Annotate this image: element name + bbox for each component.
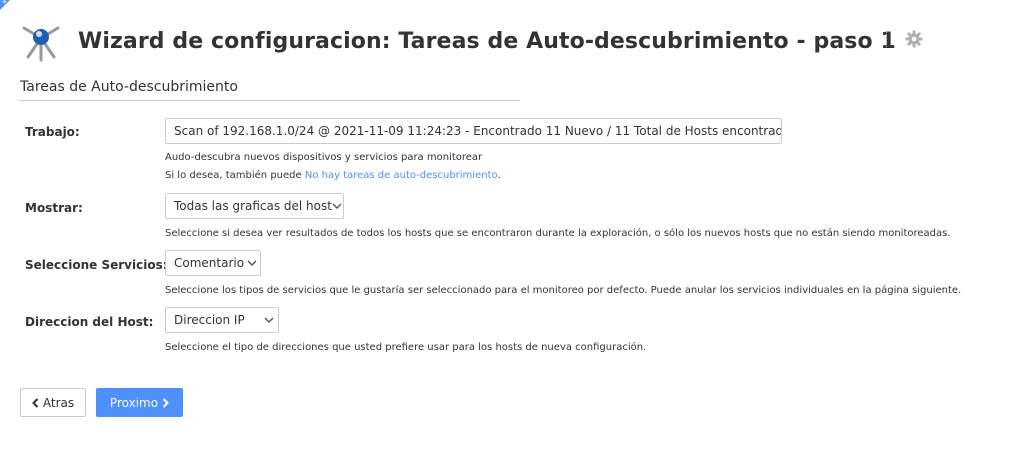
- chevron-right-icon: [162, 397, 169, 408]
- direccion-select-value: Direccion IP: [174, 313, 245, 327]
- mostrar-help: Seleccione si desea ver resultados de to…: [165, 228, 951, 239]
- mostrar-select[interactable]: Todas las graficas del host: [165, 193, 344, 219]
- network-discovery-icon: [22, 26, 60, 62]
- direccion-help: Seleccione el tipo de direcciones que us…: [165, 342, 647, 353]
- no-tasks-link[interactable]: No hay tareas de auto-descubrimiento: [305, 170, 498, 181]
- page-header: Wizard de configuracion: Tareas de Auto-…: [20, 18, 896, 64]
- back-button-label: Atras: [42, 395, 75, 410]
- direccion-label: Direccion del Host:: [25, 315, 154, 329]
- servicios-select[interactable]: Comentario: [165, 250, 261, 276]
- trabajo-help-prefix: Si lo desea, también puede: [165, 170, 305, 181]
- direccion-select[interactable]: Direccion IP: [165, 307, 279, 333]
- servicios-help: Seleccione los tipos de servicios que le…: [165, 285, 962, 296]
- trabajo-select-value: Scan of 192.168.1.0/24 @ 2021-11-09 11:2…: [174, 124, 782, 138]
- next-button[interactable]: Proximo: [96, 388, 183, 417]
- chevron-down-icon: [244, 251, 260, 275]
- header-divider: [886, 31, 887, 47]
- trabajo-help-link-line: Si lo desea, también puede No hay tareas…: [165, 170, 501, 181]
- servicios-label: Seleccione Servicios:: [25, 258, 168, 272]
- trabajo-label: Trabajo:: [25, 125, 80, 139]
- chevron-down-icon: [260, 308, 278, 332]
- trabajo-select[interactable]: Scan of 192.168.1.0/24 @ 2021-11-09 11:2…: [165, 118, 782, 144]
- mostrar-label: Mostrar:: [25, 201, 83, 215]
- back-button[interactable]: Atras: [20, 388, 86, 417]
- section-title: Tareas de Auto-descubrimiento: [20, 79, 238, 95]
- page-title: Wizard de configuracion: Tareas de Auto-…: [78, 28, 896, 54]
- next-button-label: Proximo: [109, 395, 159, 410]
- trabajo-help-suffix: .: [497, 170, 501, 181]
- section-divider: [20, 100, 520, 101]
- gear-icon[interactable]: [905, 30, 923, 48]
- mostrar-select-value: Todas las graficas del host: [174, 199, 332, 213]
- chevron-down-icon: [332, 194, 343, 218]
- chevron-left-icon: [31, 397, 39, 408]
- plus-icon[interactable]: +: [1, 0, 8, 7]
- servicios-select-value: Comentario: [174, 256, 245, 270]
- trabajo-help: Audo-descubra nuevos dispositivos y serv…: [165, 152, 483, 163]
